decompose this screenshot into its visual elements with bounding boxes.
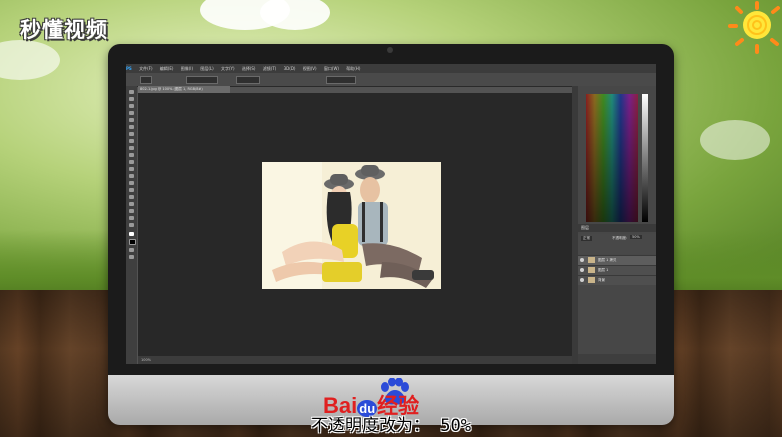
screen-mode-icon[interactable] — [129, 255, 134, 259]
sun-icon — [728, 1, 780, 54]
stamp-tool-icon[interactable] — [129, 146, 134, 150]
layer-name: 图层 1 — [598, 268, 609, 272]
menu-item-layer[interactable]: 图层(L) — [200, 64, 213, 73]
eraser-tool-icon[interactable] — [129, 160, 134, 164]
quick-select-tool-icon[interactable] — [129, 111, 134, 115]
layer-thumbnail — [588, 257, 595, 263]
menu-item-filter[interactable]: 滤镜(T) — [263, 64, 277, 73]
layers-tab[interactable]: 图层 — [578, 225, 589, 230]
couple-photo[interactable] — [262, 162, 441, 289]
layer-row[interactable]: 背景 — [578, 275, 656, 285]
marquee-tool-icon[interactable] — [129, 97, 134, 101]
layer-name: 背景 — [598, 278, 605, 282]
path-select-tool-icon[interactable] — [129, 202, 134, 206]
background-color-swatch[interactable] — [129, 239, 136, 245]
menu-item-select[interactable]: 选择(S) — [242, 64, 256, 73]
photoshop-window: PS 文件(F) 编辑(E) 图像(I) 图层(L) 文字(Y) 选择(S) 滤… — [126, 64, 656, 364]
menu-bar: PS 文件(F) 编辑(E) 图像(I) 图层(L) 文字(Y) 选择(S) 滤… — [126, 64, 656, 73]
healing-tool-icon[interactable] — [129, 132, 134, 136]
blend-mode-select[interactable]: 正常 — [581, 236, 592, 241]
tools-panel — [126, 86, 137, 364]
option-field[interactable] — [186, 76, 218, 84]
menu-item-type[interactable]: 文字(Y) — [221, 64, 235, 73]
webcam-icon — [387, 47, 393, 53]
pen-tool-icon[interactable] — [129, 188, 134, 192]
menu-item-view[interactable]: 视图(V) — [303, 64, 317, 73]
layers-footer — [578, 354, 656, 364]
layer-name: 图层 1 拷贝 — [598, 258, 617, 262]
menu-item-ps[interactable]: PS — [126, 64, 132, 73]
blur-tool-icon[interactable] — [129, 174, 134, 178]
dodge-tool-icon[interactable] — [129, 181, 134, 185]
layer-row[interactable]: 图层 1 — [578, 265, 656, 275]
options-bar — [126, 73, 656, 87]
type-tool-icon[interactable] — [129, 195, 134, 199]
brush-tool-icon[interactable] — [129, 139, 134, 143]
menu-item-file[interactable]: 文件(F) — [139, 64, 152, 73]
menu-item-image[interactable]: 图像(I) — [181, 64, 193, 73]
baidu-text: Bai — [323, 393, 358, 418]
status-bar: 100% — [138, 356, 575, 364]
visibility-eye-icon[interactable] — [580, 278, 584, 282]
hand-tool-icon[interactable] — [129, 216, 134, 220]
cloud-shape — [700, 120, 770, 160]
layers-options: 正常 不透明度: 50% — [578, 234, 656, 254]
tool-preset-button[interactable] — [140, 76, 152, 84]
jingyan-text: 经验 — [377, 394, 420, 418]
color-picker[interactable] — [586, 94, 638, 222]
move-tool-icon[interactable] — [129, 90, 134, 94]
photo-content — [262, 162, 441, 289]
gradient-tool-icon[interactable] — [129, 167, 134, 171]
eyedropper-tool-icon[interactable] — [129, 125, 134, 129]
layer-thumbnail — [588, 267, 595, 273]
lasso-tool-icon[interactable] — [129, 104, 134, 108]
miaodong-logo: 秒懂视频 — [20, 18, 108, 42]
quick-mask-icon[interactable] — [129, 248, 134, 252]
shape-tool-icon[interactable] — [129, 209, 134, 213]
menu-item-help[interactable]: 帮助(H) — [346, 64, 360, 73]
opacity-label: 不透明度: — [612, 236, 628, 240]
zoom-level[interactable]: 100% — [141, 358, 151, 362]
visibility-eye-icon[interactable] — [580, 268, 584, 272]
menu-item-edit[interactable]: 编辑(E) — [160, 64, 174, 73]
opacity-input[interactable]: 50% — [630, 235, 642, 239]
layer-row[interactable]: 图层 1 拷贝 — [578, 255, 656, 265]
menu-item-3d[interactable]: 3D(D) — [284, 64, 296, 73]
subtitle-caption: 不透明度改为： 50% — [311, 416, 471, 436]
crop-tool-icon[interactable] — [129, 118, 134, 122]
zoom-tool-icon[interactable] — [129, 223, 134, 227]
option-field[interactable] — [326, 76, 356, 84]
layers-panel-header: 图层 — [578, 224, 656, 232]
menu-item-window[interactable]: 窗口(W) — [324, 64, 339, 73]
baidu-du-text: du — [357, 400, 378, 417]
visibility-eye-icon[interactable] — [580, 258, 584, 262]
option-field[interactable] — [236, 76, 260, 84]
document-tab[interactable]: 802-1.jpg @ 100% (图层 1, RGB/8#) — [138, 86, 230, 93]
layer-thumbnail — [588, 277, 595, 283]
brightness-slider[interactable] — [642, 94, 648, 222]
foreground-color-swatch[interactable] — [129, 232, 134, 236]
history-brush-tool-icon[interactable] — [129, 153, 134, 157]
